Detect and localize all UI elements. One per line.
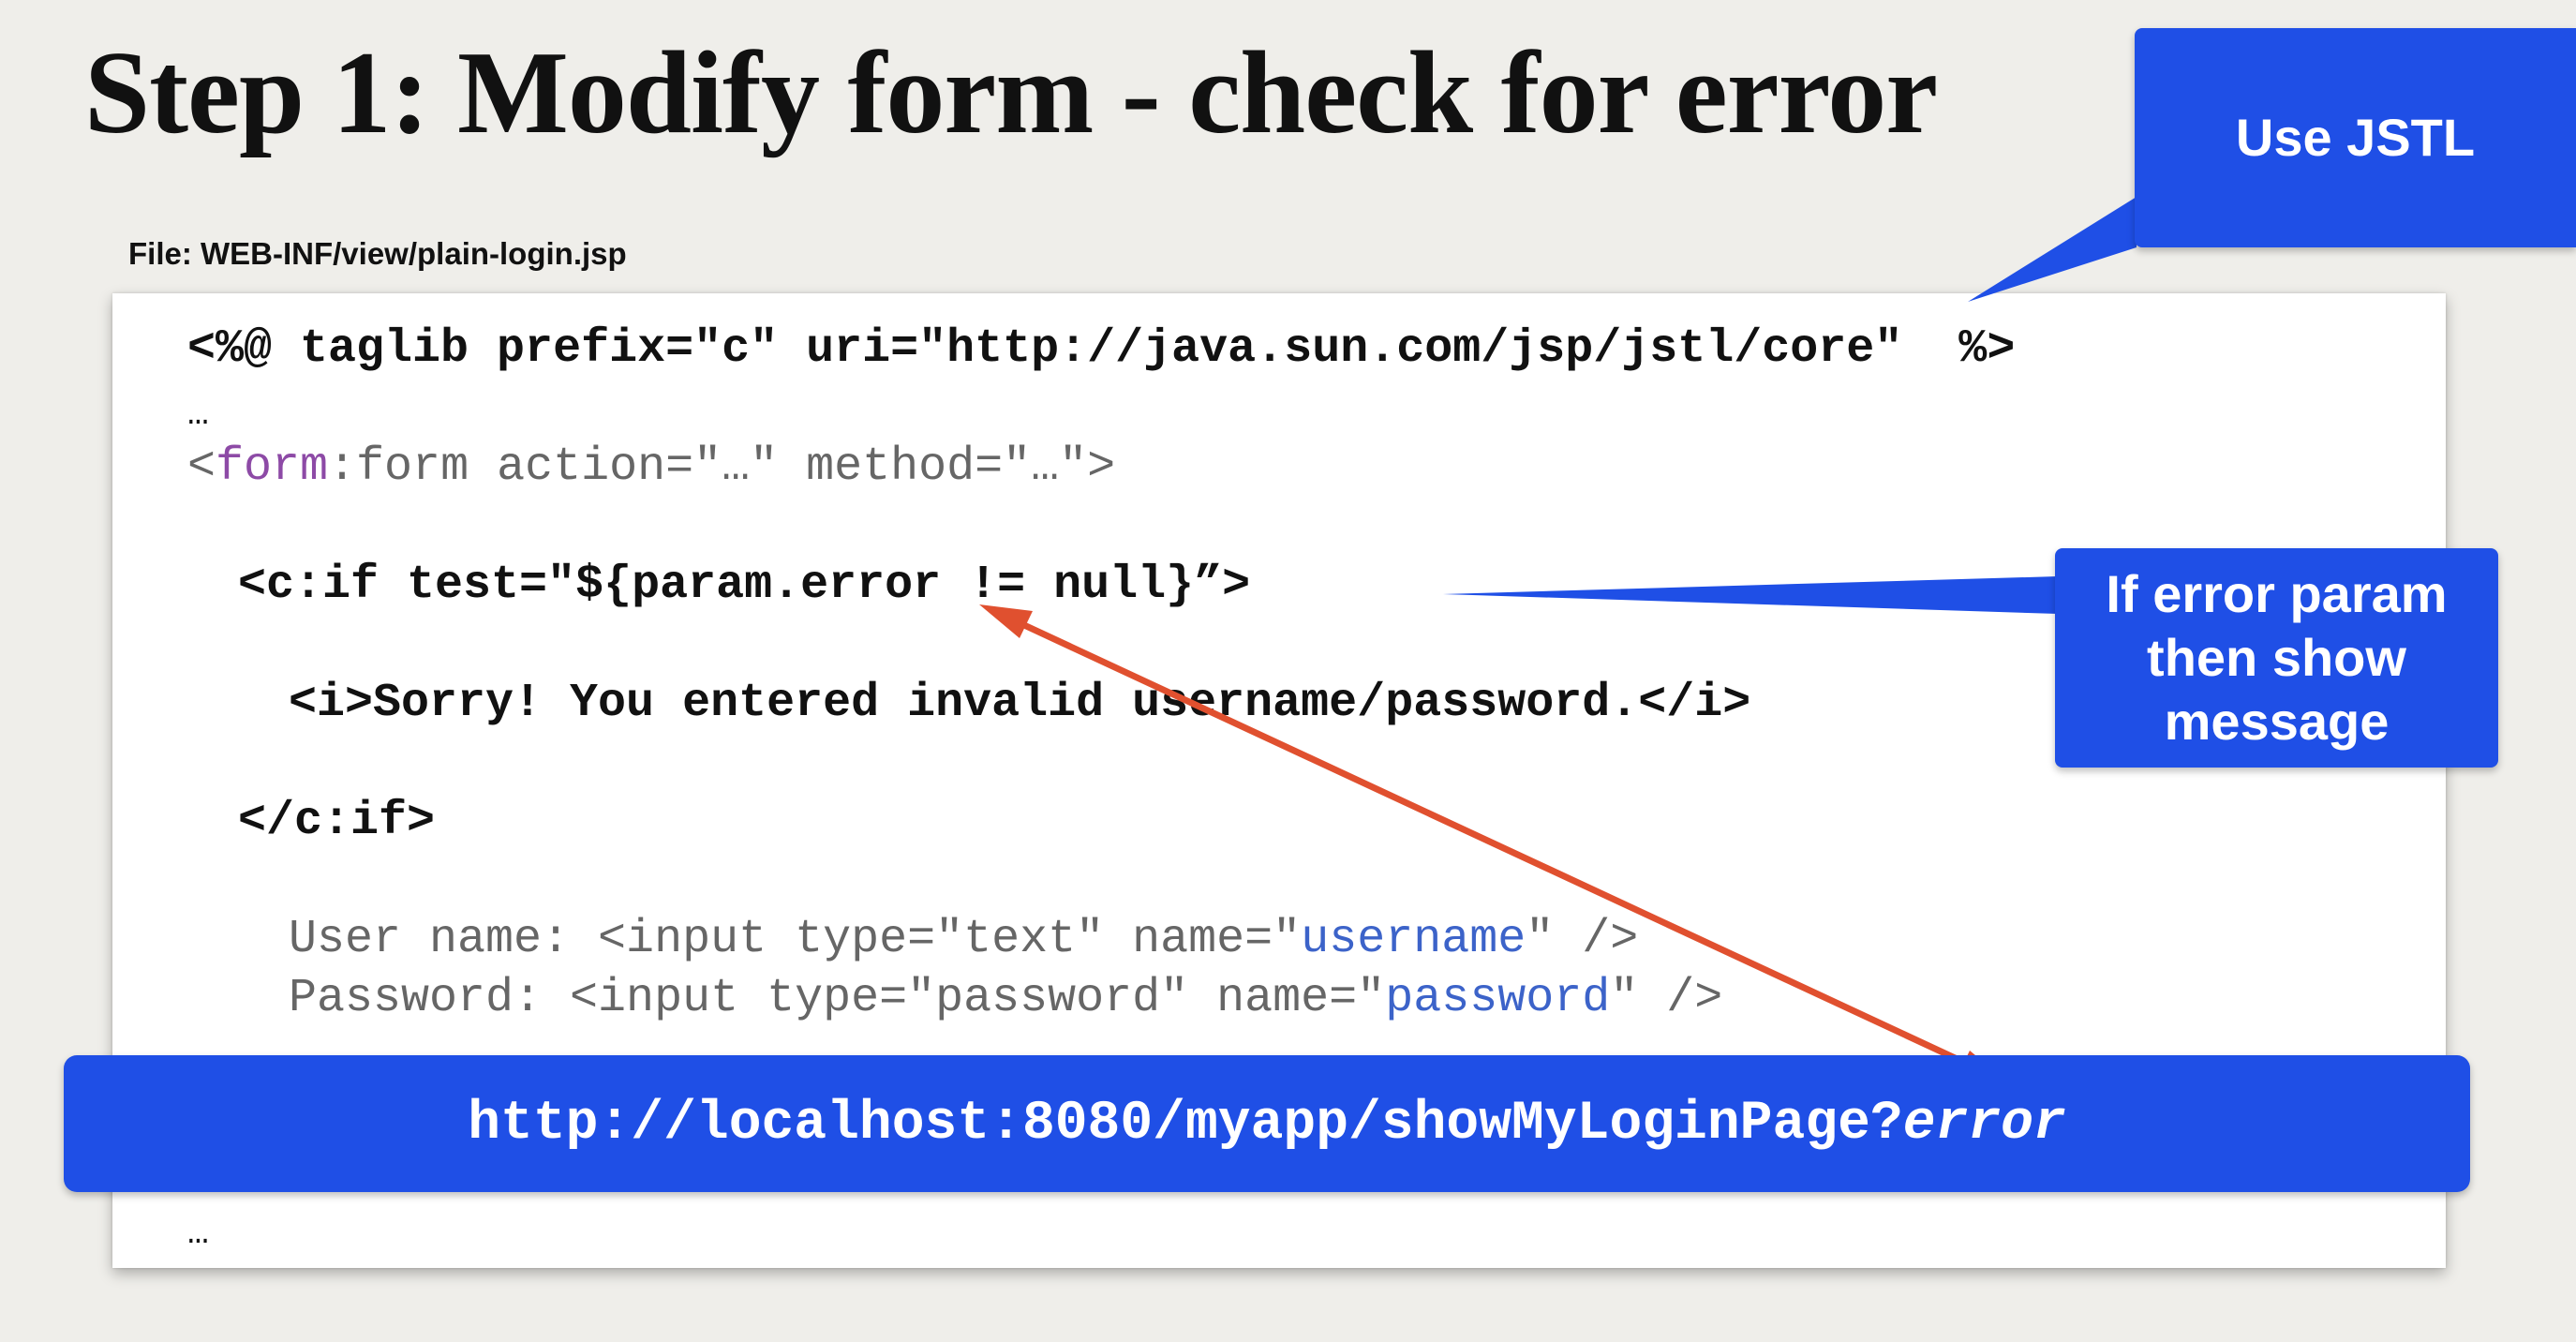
red-arrow-line	[1008, 616, 1981, 1072]
error-callout-tail	[1443, 576, 2058, 614]
url-banner: http://localhost:8080/myapp/showMyLoginP…	[64, 1055, 2470, 1192]
jstl-callout-tail	[1968, 197, 2137, 302]
callout-error-param-text: If error param then show message	[2106, 564, 2448, 751]
url-text: http://localhost:8080/myapp/showMyLoginP…	[468, 1094, 2065, 1155]
url-error-param: error	[1902, 1093, 2066, 1155]
url-main: http://localhost:8080/myapp/showMyLoginP…	[468, 1093, 1903, 1155]
callout-use-jstl-text: Use JSTL	[2235, 108, 2476, 167]
callout-use-jstl: Use JSTL	[2135, 28, 2576, 247]
callout-error-param: If error param then show message	[2055, 548, 2498, 768]
red-arrowhead-start	[979, 604, 1033, 638]
